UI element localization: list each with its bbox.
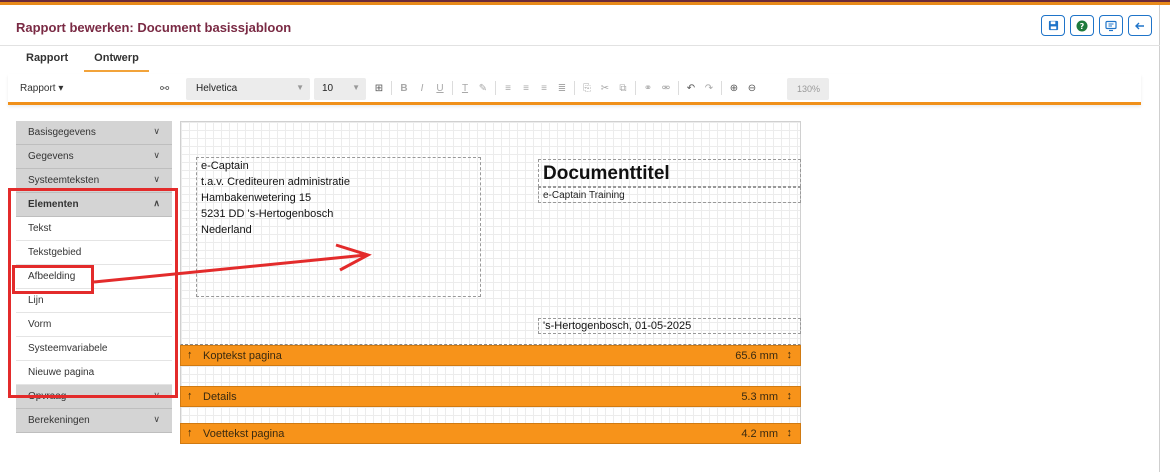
- annotation-arrow: [93, 243, 372, 284]
